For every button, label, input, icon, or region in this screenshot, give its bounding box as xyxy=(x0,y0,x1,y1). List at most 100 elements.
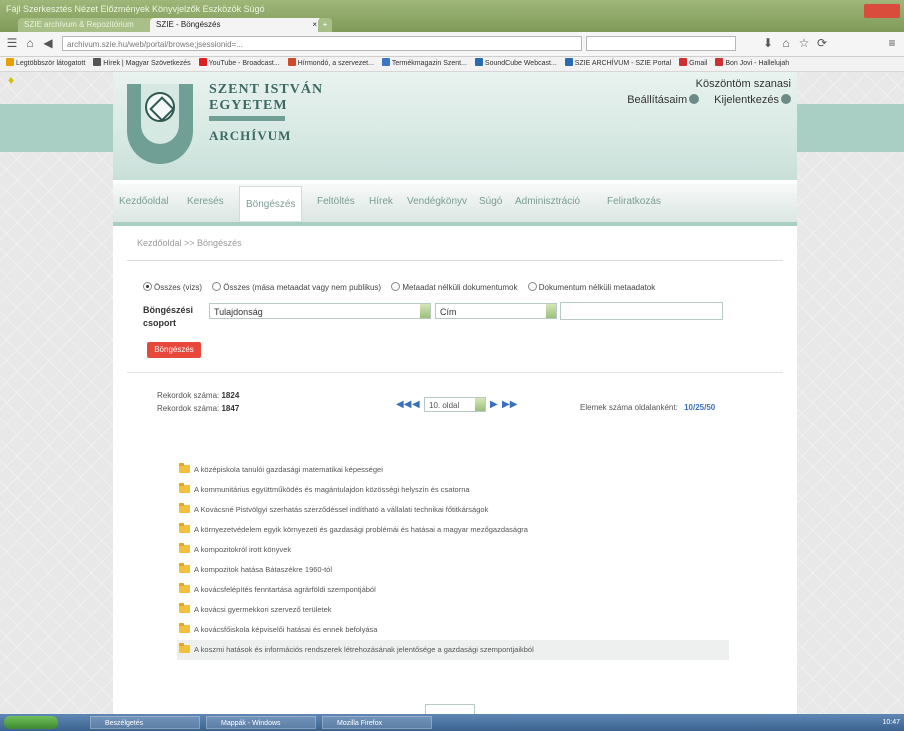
home-icon[interactable]: ⌂ xyxy=(778,35,794,51)
bookmark-label: Legtöbbször látogatott xyxy=(16,60,86,67)
site-header: SZENT ISTVÁN EGYETEM ARCHÍVUM Köszöntöm … xyxy=(113,72,797,180)
bookmark-item[interactable]: Legtöbbször látogatott xyxy=(6,58,86,67)
filter-radio-all-hidden[interactable]: Összes (mása metaadat vagy nem publikus) xyxy=(212,282,382,292)
page-select[interactable] xyxy=(425,704,475,714)
sync-icon[interactable]: ⟳ xyxy=(814,35,830,51)
docs-count-value: 1824 xyxy=(221,391,240,400)
nav-item-browse[interactable]: Böngészés xyxy=(239,186,303,221)
last-page-icon[interactable]: ▶▶ xyxy=(502,397,517,413)
nav-item-upload[interactable]: Feltöltés xyxy=(317,196,355,207)
bookmark-item[interactable]: SZIE ARCHÍVUM - SZIE Portal xyxy=(564,58,671,67)
list-item-title: A kovácsfelépítés fenntartása agrárföldi… xyxy=(194,585,376,594)
main-navigation: Kezdőoldal Keresés Böngészés Feltöltés H… xyxy=(113,184,797,226)
close-tab-icon[interactable]: × xyxy=(312,18,317,32)
radio-icon xyxy=(391,282,401,291)
list-item[interactable]: A Kovácsné Pistvölgyi szerhatás szerződé… xyxy=(177,500,729,520)
nav-item-subscribe[interactable]: Feliratkozás xyxy=(607,196,661,207)
bookmark-item[interactable]: Hírek | Magyar Szövetkezés xyxy=(93,58,191,67)
browser-tab-2[interactable]: SZIE - Böngészés × xyxy=(150,18,322,32)
bookmark-icon xyxy=(564,58,573,66)
nav-item-help[interactable]: Súgó xyxy=(479,196,502,207)
list-item-title: A középiskola tanulói gazdasági matemati… xyxy=(194,465,383,474)
bookmark-label: Bon Jovi - Hallelujah xyxy=(725,60,790,67)
home-icon[interactable]: ⌂ xyxy=(22,35,38,51)
browse-field-select[interactable]: Cím xyxy=(435,303,557,319)
bookmark-item[interactable]: SoundCube Webcast... xyxy=(474,58,557,67)
next-page-icon[interactable]: ▶ xyxy=(490,397,498,413)
per-page-option[interactable]: 50 xyxy=(706,403,715,412)
list-item[interactable]: A kovácsfelépítés fenntartása agrárföldi… xyxy=(177,580,729,600)
archive-title: ARCHÍVUM xyxy=(209,128,292,143)
list-item[interactable]: A kommunitárius együttműködés és magántu… xyxy=(177,480,729,500)
nav-item-home[interactable]: Kezdőoldal xyxy=(119,196,168,207)
browse-group-select[interactable]: Tulajdonság xyxy=(209,303,431,319)
bookmark-item[interactable]: Gmail xyxy=(679,58,707,67)
back-icon[interactable]: ◀ xyxy=(40,35,56,51)
bookmark-icon xyxy=(287,58,296,66)
hamburger-menu-icon[interactable]: ≡ xyxy=(884,35,900,51)
list-item[interactable]: A kompozitok hatása Bátaszékre 1960-tól xyxy=(177,560,729,580)
bookmark-icon xyxy=(381,58,390,66)
folder-icon xyxy=(179,603,190,613)
list-item[interactable]: A kovácsi gyermekkori szervező területek xyxy=(177,600,729,620)
logout-link[interactable]: Kijelentkezés xyxy=(708,94,791,106)
browser-menu[interactable]: Fájl Szerkesztés Nézet Előzmények Könyvj… xyxy=(6,4,265,14)
bookmark-item[interactable]: Hírmondó, a szervezet... xyxy=(287,58,374,67)
folder-icon xyxy=(179,563,190,573)
divider xyxy=(127,260,783,261)
filter-radio-no-metadata[interactable]: Metaadat nélküli dokumentumok xyxy=(391,282,518,292)
filter-radio-no-document[interactable]: Dokumentum nélküli metaadatok xyxy=(527,282,655,292)
per-page-option[interactable]: 25 xyxy=(695,403,704,412)
browse-button[interactable]: Böngészés xyxy=(147,342,201,358)
page-select-value: 10. oldal xyxy=(429,401,460,410)
gmail-icon xyxy=(679,58,688,66)
taskbar-item[interactable]: Mozilla Firefox xyxy=(322,716,432,729)
browse-text-input[interactable] xyxy=(560,302,723,320)
list-item[interactable]: A kovácsfőiskola képviselői hatásai és e… xyxy=(177,620,729,640)
settings-link[interactable]: Beállításaim xyxy=(621,94,700,106)
list-item[interactable]: A koszmi hatások és információs rendszer… xyxy=(177,640,729,660)
per-page-option[interactable]: 10 xyxy=(684,403,693,412)
bookmark-item[interactable]: Termékmagazin Szent... xyxy=(381,58,467,67)
browse-group-label: Böngészési csoport xyxy=(143,305,194,328)
results-list: A középiskola tanulói gazdasági matemati… xyxy=(177,460,729,660)
page-select[interactable]: 10. oldal xyxy=(424,397,486,412)
university-logo[interactable] xyxy=(127,84,193,164)
logout-label: Kijelentkezés xyxy=(714,94,779,106)
download-icon[interactable]: ⬇ xyxy=(760,35,776,51)
browser-tab-1[interactable]: SZIE archívum & Repozitórium xyxy=(18,18,160,32)
nav-item-guestbook[interactable]: Vendégkönyv xyxy=(407,196,467,207)
list-item[interactable]: A középiskola tanulói gazdasági matemati… xyxy=(177,460,729,480)
nav-item-search[interactable]: Keresés xyxy=(187,196,224,207)
filter-radio-all[interactable]: Összes (vizs) xyxy=(143,282,202,292)
start-button[interactable] xyxy=(4,716,58,729)
bookmark-star-icon[interactable]: ☆ xyxy=(796,35,812,51)
search-bar[interactable] xyxy=(586,36,736,51)
bookmark-icon xyxy=(474,58,483,66)
bookmark-item[interactable]: Bon Jovi - Hallelujah xyxy=(715,58,790,67)
folder-icon xyxy=(179,523,190,533)
taskbar-item[interactable]: Beszélgetés xyxy=(90,716,200,729)
records-count-value: 1847 xyxy=(221,404,240,413)
list-item-title: A kompozitok hatása Bátaszékre 1960-tól xyxy=(194,565,332,574)
nav-item-admin[interactable]: Adminisztráció xyxy=(515,196,580,207)
prev-page-icon[interactable]: ◀ xyxy=(412,397,420,413)
page-viewport: ♦ SZENT ISTVÁN EGYETEM ARCHÍVUM Köszöntö… xyxy=(0,72,904,714)
list-item-title: A Kovácsné Pistvölgyi szerhatás szerződé… xyxy=(194,505,489,514)
menu-icon[interactable]: ☰ xyxy=(4,35,20,51)
list-item[interactable]: A kompozitokról irott könyvek xyxy=(177,540,729,560)
per-page-selector: Elemek száma oldalanként: 10/25/50 xyxy=(580,403,716,412)
divider xyxy=(127,372,783,373)
radio-label: Összes (mása metaadat vagy nem publikus) xyxy=(223,283,382,292)
taskbar-item[interactable]: Mappák - Windows xyxy=(206,716,316,729)
url-bar[interactable]: archivum.szie.hu/web/portal/browse;jsess… xyxy=(62,36,582,51)
new-tab-button[interactable]: + xyxy=(318,18,332,32)
youtube-icon xyxy=(715,58,724,66)
bookmark-item[interactable]: YouTube - Broadcast... xyxy=(198,58,280,67)
window-controls[interactable] xyxy=(864,4,900,18)
breadcrumb[interactable]: Kezdőoldal >> Böngészés xyxy=(137,238,242,248)
list-item[interactable]: A környezetvédelem egyik környezeti és g… xyxy=(177,520,729,540)
nav-item-news[interactable]: Hírek xyxy=(369,196,393,207)
result-counts: Rekordok száma: 1824 Rekordok száma: 184… xyxy=(157,389,239,415)
first-page-icon[interactable]: ◀◀ xyxy=(396,397,411,413)
